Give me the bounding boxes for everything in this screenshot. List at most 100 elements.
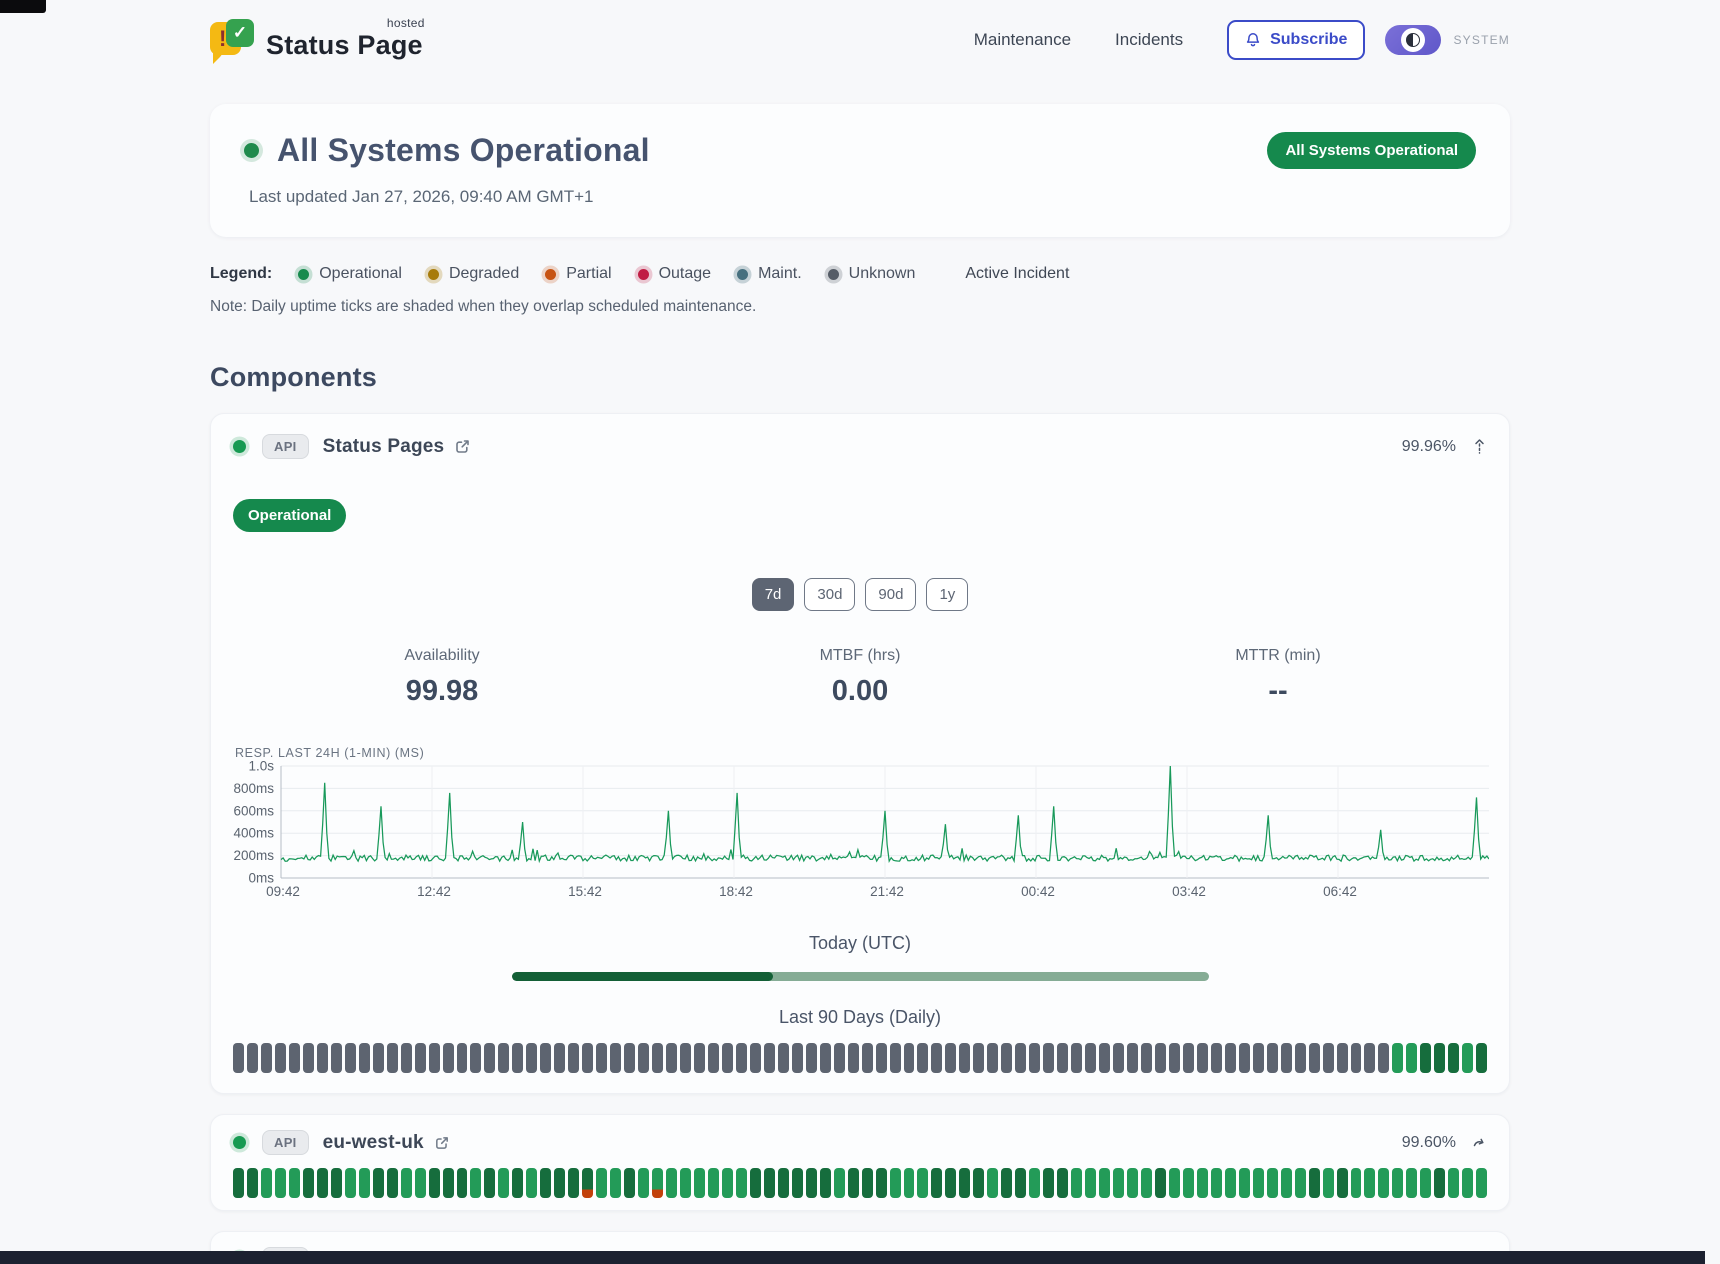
- uptime-day-tick[interactable]: [484, 1168, 495, 1198]
- uptime-day-tick[interactable]: [1127, 1168, 1138, 1198]
- uptime-day-tick[interactable]: [1462, 1168, 1473, 1198]
- uptime-day-tick[interactable]: [1378, 1168, 1389, 1198]
- uptime-day-tick[interactable]: [1378, 1043, 1389, 1073]
- uptime-day-tick[interactable]: [722, 1043, 733, 1073]
- uptime-day-tick[interactable]: [652, 1168, 663, 1198]
- uptime-day-tick[interactable]: [596, 1168, 607, 1198]
- uptime-day-tick[interactable]: [443, 1168, 454, 1198]
- uptime-day-tick[interactable]: [1295, 1168, 1306, 1198]
- uptime-day-tick[interactable]: [1281, 1043, 1292, 1073]
- uptime-day-tick[interactable]: [778, 1043, 789, 1073]
- logo[interactable]: ! ✓ hosted Status Page: [210, 19, 423, 61]
- uptime-day-tick[interactable]: [1351, 1043, 1362, 1073]
- uptime-day-tick[interactable]: [373, 1168, 384, 1198]
- uptime-day-tick[interactable]: [1001, 1043, 1012, 1073]
- uptime-day-tick[interactable]: [443, 1043, 454, 1073]
- uptime-day-tick[interactable]: [275, 1168, 286, 1198]
- uptime-day-tick[interactable]: [1253, 1043, 1264, 1073]
- uptime-day-tick[interactable]: [820, 1043, 831, 1073]
- uptime-day-tick[interactable]: [470, 1168, 481, 1198]
- uptime-day-tick[interactable]: [1113, 1043, 1124, 1073]
- uptime-day-tick[interactable]: [582, 1168, 593, 1198]
- uptime-day-tick[interactable]: [917, 1043, 928, 1073]
- uptime-day-tick[interactable]: [1057, 1043, 1068, 1073]
- uptime-day-tick[interactable]: [778, 1168, 789, 1198]
- uptime-day-tick[interactable]: [275, 1043, 286, 1073]
- uptime-day-tick[interactable]: [1085, 1168, 1096, 1198]
- uptime-day-tick[interactable]: [303, 1043, 314, 1073]
- uptime-day-tick[interactable]: [862, 1168, 873, 1198]
- uptime-day-tick[interactable]: [1211, 1168, 1222, 1198]
- uptime-day-tick[interactable]: [1434, 1168, 1445, 1198]
- uptime-day-tick[interactable]: [345, 1043, 356, 1073]
- uptime-day-tick[interactable]: [820, 1168, 831, 1198]
- uptime-day-tick[interactable]: [1197, 1043, 1208, 1073]
- uptime-day-tick[interactable]: [1406, 1168, 1417, 1198]
- uptime-day-tick[interactable]: [1211, 1043, 1222, 1073]
- uptime-day-tick[interactable]: [1281, 1168, 1292, 1198]
- uptime-day-tick[interactable]: [680, 1168, 691, 1198]
- uptime-day-tick[interactable]: [1420, 1168, 1431, 1198]
- uptime-day-tick[interactable]: [1001, 1168, 1012, 1198]
- uptime-day-tick[interactable]: [1071, 1043, 1082, 1073]
- uptime-day-tick[interactable]: [1462, 1043, 1473, 1073]
- uptime-day-tick[interactable]: [652, 1043, 663, 1073]
- uptime-day-tick[interactable]: [526, 1043, 537, 1073]
- uptime-day-tick[interactable]: [987, 1168, 998, 1198]
- uptime-day-tick[interactable]: [736, 1168, 747, 1198]
- uptime-day-tick[interactable]: [512, 1043, 523, 1073]
- uptime-day-tick[interactable]: [1476, 1168, 1487, 1198]
- uptime-day-tick[interactable]: [904, 1043, 915, 1073]
- uptime-day-tick[interactable]: [959, 1043, 970, 1073]
- uptime-day-tick[interactable]: [624, 1043, 635, 1073]
- uptime-day-tick[interactable]: [987, 1043, 998, 1073]
- uptime-day-tick[interactable]: [945, 1043, 956, 1073]
- uptime-day-tick[interactable]: [1015, 1043, 1026, 1073]
- uptime-day-tick[interactable]: [973, 1043, 984, 1073]
- uptime-day-tick[interactable]: [694, 1043, 705, 1073]
- uptime-day-tick[interactable]: [498, 1043, 509, 1073]
- uptime-day-tick[interactable]: [457, 1168, 468, 1198]
- uptime-day-tick[interactable]: [1476, 1043, 1487, 1073]
- uptime-day-tick[interactable]: [722, 1168, 733, 1198]
- uptime-day-tick[interactable]: [1141, 1043, 1152, 1073]
- uptime-day-tick[interactable]: [1448, 1168, 1459, 1198]
- uptime-day-tick[interactable]: [1183, 1168, 1194, 1198]
- nav-maintenance[interactable]: Maintenance: [974, 30, 1071, 50]
- uptime-day-tick[interactable]: [862, 1043, 873, 1073]
- uptime-day-tick[interactable]: [931, 1043, 942, 1073]
- uptime-day-tick[interactable]: [917, 1168, 928, 1198]
- uptime-day-tick[interactable]: [317, 1043, 328, 1073]
- uptime-day-tick[interactable]: [848, 1043, 859, 1073]
- range-button-7d[interactable]: 7d: [752, 578, 795, 611]
- uptime-day-tick[interactable]: [1239, 1168, 1250, 1198]
- uptime-day-tick[interactable]: [345, 1168, 356, 1198]
- uptime-day-tick[interactable]: [764, 1168, 775, 1198]
- uptime-day-tick[interactable]: [931, 1168, 942, 1198]
- uptime-day-tick[interactable]: [331, 1168, 342, 1198]
- uptime-day-tick[interactable]: [1323, 1043, 1334, 1073]
- uptime-day-tick[interactable]: [1406, 1043, 1417, 1073]
- uptime-day-tick[interactable]: [1225, 1168, 1236, 1198]
- uptime-day-tick[interactable]: [554, 1043, 565, 1073]
- uptime-day-tick[interactable]: [1099, 1168, 1110, 1198]
- uptime-day-tick[interactable]: [1169, 1168, 1180, 1198]
- uptime-day-tick[interactable]: [1448, 1043, 1459, 1073]
- uptime-day-tick[interactable]: [1057, 1168, 1068, 1198]
- uptime-day-tick[interactable]: [317, 1168, 328, 1198]
- uptime-day-tick[interactable]: [694, 1168, 705, 1198]
- uptime-day-tick[interactable]: [484, 1043, 495, 1073]
- uptime-day-tick[interactable]: [1364, 1043, 1375, 1073]
- uptime-day-tick[interactable]: [638, 1043, 649, 1073]
- uptime-day-tick[interactable]: [1183, 1043, 1194, 1073]
- uptime-day-tick[interactable]: [470, 1043, 481, 1073]
- uptime-day-tick[interactable]: [1015, 1168, 1026, 1198]
- uptime-day-tick[interactable]: [1309, 1168, 1320, 1198]
- uptime-day-tick[interactable]: [959, 1168, 970, 1198]
- uptime-day-tick[interactable]: [387, 1043, 398, 1073]
- uptime-day-tick[interactable]: [876, 1168, 887, 1198]
- uptime-day-tick[interactable]: [1155, 1043, 1166, 1073]
- uptime-day-tick[interactable]: [680, 1043, 691, 1073]
- uptime-day-tick[interactable]: [1364, 1168, 1375, 1198]
- uptime-day-tick[interactable]: [750, 1168, 761, 1198]
